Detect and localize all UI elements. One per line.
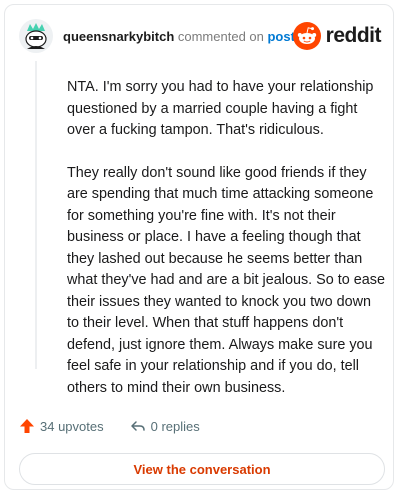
comment-header: queensnarkybitch commented on post reddi… (19, 19, 382, 55)
reddit-brand[interactable]: reddit (292, 21, 382, 51)
comment-body: NTA. I'm sorry you had to have your rela… (67, 77, 385, 420)
reply-arrow-icon (130, 421, 145, 431)
comment-paragraph: They really don't sound like good friend… (67, 164, 385, 396)
username-link[interactable]: queensnarkybitch (63, 29, 174, 44)
embedded-comment-card: queensnarkybitch commented on post reddi… (4, 4, 394, 490)
replies-action[interactable]: 0 replies (130, 418, 200, 434)
snoo-avatar-icon (19, 19, 53, 53)
reddit-snoo-icon (292, 22, 321, 50)
avatar[interactable] (19, 19, 53, 53)
view-conversation-button[interactable]: View the conversation (19, 453, 385, 485)
upvote-arrow-icon (20, 419, 34, 433)
brand-wordmark: reddit (325, 24, 382, 47)
post-link[interactable]: post (267, 29, 294, 44)
byline-action: commented on (174, 29, 268, 44)
comment-actions: 34 upvotes 0 replies (19, 415, 226, 437)
thread-line (35, 61, 37, 369)
upvote-count: 34 upvotes (40, 418, 104, 434)
byline: queensnarkybitch commented on post (63, 29, 295, 44)
comment-paragraph: NTA. I'm sorry you had to have your rela… (67, 79, 374, 138)
reply-count: 0 replies (150, 418, 200, 434)
upvotes-action[interactable]: 34 upvotes (19, 418, 104, 434)
